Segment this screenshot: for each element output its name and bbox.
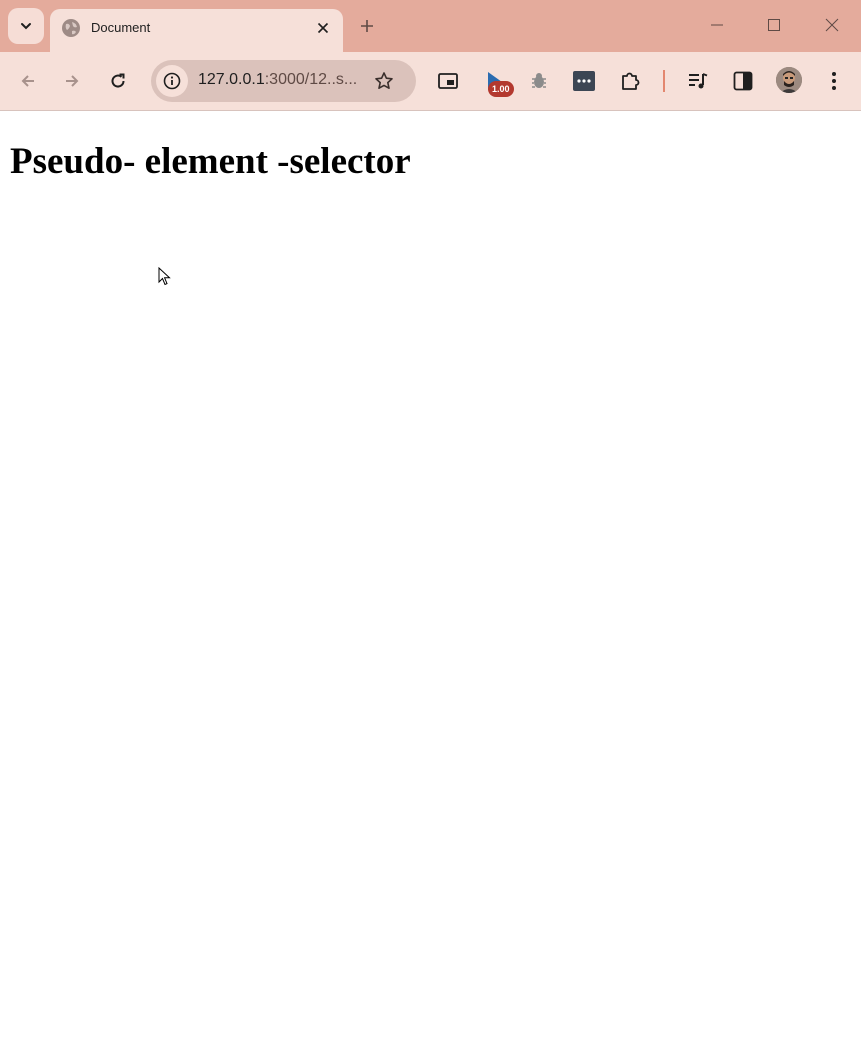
info-icon <box>163 72 181 90</box>
browser-tab[interactable]: Document <box>50 9 343 52</box>
profile-avatar[interactable] <box>776 67 802 93</box>
chevron-down-icon <box>21 23 31 30</box>
arrow-right-icon <box>66 75 79 87</box>
page-content: Pseudo- element -selector <box>0 111 861 1049</box>
page-heading: Pseudo- element -selector <box>10 141 411 182</box>
media-controls-button[interactable] <box>684 67 712 95</box>
maximize-button[interactable] <box>761 12 787 38</box>
tab-title: Document <box>91 20 151 35</box>
back-button[interactable] <box>14 67 42 95</box>
avatar-icon <box>776 67 802 93</box>
url-path: :3000/12..s... <box>264 71 358 88</box>
bug-extension[interactable] <box>525 67 553 95</box>
reload-button[interactable] <box>104 67 132 95</box>
toolbar-divider <box>663 70 665 92</box>
site-info-button[interactable] <box>156 65 188 97</box>
puzzle-icon <box>622 72 640 90</box>
mouse-cursor-icon <box>158 267 171 286</box>
close-icon <box>317 22 329 34</box>
forward-button[interactable] <box>58 67 86 95</box>
maximize-icon <box>768 19 780 31</box>
kebab-menu-icon <box>832 72 836 90</box>
side-panel-button[interactable] <box>729 67 757 95</box>
dev-tool-extension[interactable] <box>570 67 598 95</box>
new-tab-button[interactable] <box>355 14 379 38</box>
star-icon <box>375 72 393 89</box>
tab-close-button[interactable] <box>313 18 333 38</box>
terminal-icon <box>573 71 595 91</box>
bug-icon <box>532 73 546 88</box>
close-window-icon <box>825 18 839 32</box>
media-queue-icon <box>689 73 708 89</box>
picture-in-picture-icon <box>438 73 458 89</box>
minimize-button[interactable] <box>704 12 730 38</box>
plus-icon <box>361 20 373 32</box>
side-panel-icon <box>733 71 753 91</box>
arrow-left-icon <box>21 75 34 87</box>
picture-in-picture-button[interactable] <box>434 67 462 95</box>
globe-icon <box>62 19 80 37</box>
browser-titlebar: Document <box>0 0 861 52</box>
video-speed-badge: 1.00 <box>488 81 514 97</box>
tab-search-button[interactable] <box>8 8 44 44</box>
url-text: 127.0.0.1:3000/12..s... <box>198 71 357 89</box>
extensions-button[interactable] <box>616 67 644 95</box>
browser-toolbar: 127.0.0.1:3000/12..s... <box>0 52 861 111</box>
browser-menu-button[interactable] <box>820 67 848 95</box>
close-window-button[interactable] <box>819 12 845 38</box>
url-host: 127.0.0.1 <box>198 71 265 88</box>
address-bar[interactable]: 127.0.0.1:3000/12..s... <box>151 60 416 102</box>
minimize-icon <box>711 24 723 26</box>
bookmark-button[interactable] <box>372 69 396 93</box>
reload-icon <box>111 73 125 88</box>
